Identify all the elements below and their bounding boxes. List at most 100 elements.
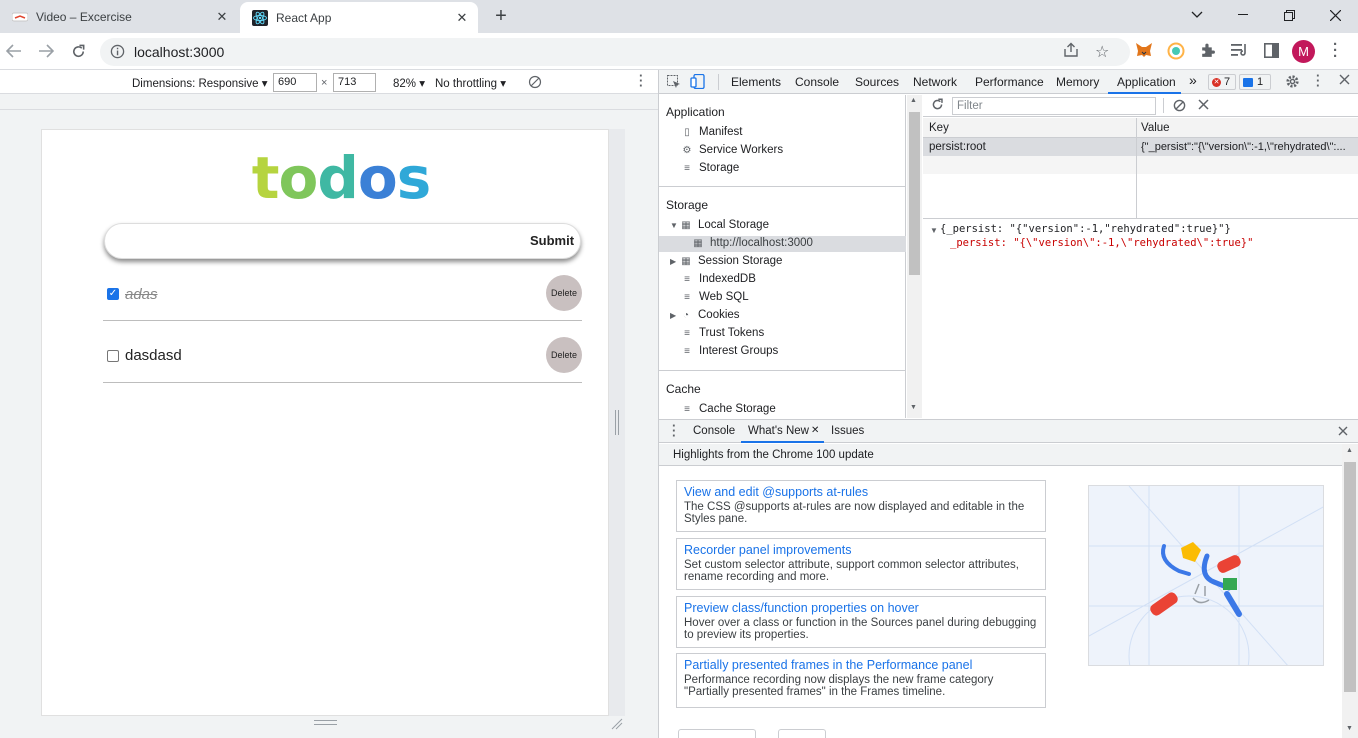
drawer-tab-whats-new[interactable]: What's New bbox=[748, 425, 809, 437]
tab-application[interactable]: Application bbox=[1117, 75, 1176, 89]
share-icon[interactable] bbox=[1062, 42, 1080, 61]
sidebar-item-web-sql[interactable]: ≡ Web SQL bbox=[681, 291, 749, 303]
settings-gear-icon[interactable] bbox=[1285, 74, 1300, 92]
clear-all-icon[interactable] bbox=[1173, 99, 1186, 115]
feature-card[interactable]: Partially presented frames in the Perfor… bbox=[676, 653, 1046, 708]
todo-checkbox[interactable] bbox=[107, 350, 119, 362]
scroll-down-icon[interactable]: ▼ bbox=[910, 404, 917, 411]
throttling-select[interactable]: No throttling ▾ bbox=[435, 76, 506, 90]
right-resize-handle[interactable] bbox=[615, 410, 619, 435]
database-icon: ≡ bbox=[684, 327, 690, 339]
metamask-extension-icon[interactable] bbox=[1135, 42, 1153, 61]
scroll-up-icon[interactable]: ▲ bbox=[1346, 447, 1353, 454]
close-devtools-icon[interactable] bbox=[1339, 74, 1350, 88]
sidebar-item-storage[interactable]: ≡ Storage bbox=[681, 162, 739, 174]
error-count-badge[interactable]: ✕ 7 bbox=[1208, 74, 1236, 90]
more-tabs-icon[interactable]: » bbox=[1189, 72, 1197, 88]
tab-react-app[interactable]: React App ✕ bbox=[240, 2, 478, 33]
sidebar-item-session-storage[interactable]: ▶ ▦ Session Storage bbox=[670, 255, 782, 267]
corner-resize-handle[interactable] bbox=[611, 718, 623, 733]
close-window-icon[interactable] bbox=[1312, 0, 1358, 30]
device-toggle-icon[interactable] bbox=[690, 73, 706, 92]
scroll-down-icon[interactable]: ▼ bbox=[1346, 725, 1353, 732]
minimize-icon[interactable] bbox=[1220, 0, 1266, 30]
profile-avatar[interactable]: M bbox=[1292, 40, 1315, 63]
extension-icon[interactable] bbox=[1167, 42, 1185, 63]
scroll-up-icon[interactable]: ▲ bbox=[910, 97, 917, 104]
message-count-badge[interactable]: 1 bbox=[1239, 74, 1271, 90]
side-panel-icon[interactable] bbox=[1264, 43, 1279, 61]
dimensions-select[interactable]: Dimensions: Responsive ▾ bbox=[132, 76, 268, 90]
filter-input[interactable]: Filter bbox=[952, 97, 1156, 115]
sidebar-item-manifest[interactable]: ▯ Manifest bbox=[681, 126, 742, 138]
address-bar[interactable] bbox=[100, 38, 1130, 66]
back-icon[interactable] bbox=[4, 41, 24, 61]
drawer-tab-issues[interactable]: Issues bbox=[831, 425, 864, 437]
feature-card-title[interactable]: Recorder panel improvements bbox=[684, 543, 1038, 557]
reading-list-icon[interactable] bbox=[1231, 43, 1249, 60]
devtools-menu-icon[interactable]: · · · bbox=[1316, 69, 1320, 92]
tab-network[interactable]: Network bbox=[913, 75, 957, 89]
feature-card[interactable]: Preview class/function properties on hov… bbox=[676, 596, 1046, 648]
rotate-icon[interactable] bbox=[528, 75, 542, 92]
feature-card[interactable]: Recorder panel improvements Set custom s… bbox=[676, 538, 1046, 590]
column-header-value[interactable]: Value bbox=[1141, 122, 1170, 134]
sidebar-item-indexeddb[interactable]: ≡ IndexedDB bbox=[681, 273, 756, 285]
feature-card-title[interactable]: Partially presented frames in the Perfor… bbox=[684, 658, 1038, 672]
sidebar-item-label: Trust Tokens bbox=[699, 327, 765, 339]
tab-search-icon[interactable] bbox=[1174, 0, 1220, 30]
expand-down-icon[interactable]: ▼ bbox=[930, 226, 938, 235]
close-button[interactable] bbox=[778, 729, 826, 738]
logo-letter-s: s bbox=[396, 144, 432, 212]
feature-card[interactable]: View and edit @supports at-rules The CSS… bbox=[676, 480, 1046, 532]
forward-icon[interactable] bbox=[36, 41, 56, 61]
site-info-icon[interactable] bbox=[110, 44, 125, 62]
inspect-element-icon[interactable] bbox=[667, 75, 681, 92]
learn-more-button[interactable] bbox=[678, 729, 756, 738]
bookmark-star-icon[interactable]: ☆ bbox=[1095, 42, 1109, 62]
feature-card-title[interactable]: View and edit @supports at-rules bbox=[684, 485, 1038, 499]
device-height-input[interactable]: 713 bbox=[333, 73, 376, 92]
tab-memory[interactable]: Memory bbox=[1056, 75, 1099, 89]
sidebar-item-trust-tokens[interactable]: ≡ Trust Tokens bbox=[681, 327, 764, 339]
close-tab-icon[interactable]: ✕ bbox=[212, 7, 232, 27]
tab-performance[interactable]: Performance bbox=[975, 75, 1044, 89]
bottom-resize-handle[interactable] bbox=[314, 720, 337, 725]
delete-selected-icon[interactable] bbox=[1198, 99, 1209, 113]
tab-elements[interactable]: Elements bbox=[731, 75, 781, 89]
device-width-input[interactable]: 690 bbox=[273, 73, 317, 92]
close-tab-icon[interactable]: ✕ bbox=[452, 8, 472, 28]
submit-button[interactable]: Submit bbox=[530, 233, 574, 248]
tab-console[interactable]: Console bbox=[795, 75, 839, 89]
drawer-tab-console[interactable]: Console bbox=[693, 425, 735, 437]
tab-sources[interactable]: Sources bbox=[855, 75, 899, 89]
restore-icon[interactable] bbox=[1266, 0, 1312, 30]
url-text[interactable]: localhost:3000 bbox=[134, 44, 224, 60]
extensions-puzzle-icon[interactable] bbox=[1199, 42, 1216, 62]
zoom-select[interactable]: 82% ▾ bbox=[393, 76, 425, 90]
todo-checkbox[interactable]: ✓ bbox=[107, 288, 119, 300]
close-drawer-icon[interactable] bbox=[1338, 425, 1348, 439]
sidebar-item-cookies[interactable]: ▶ ◔ Cookies bbox=[670, 309, 740, 321]
column-header-key[interactable]: Key bbox=[929, 122, 949, 134]
tab-video-excercise[interactable]: Video – Excercise ✕ bbox=[0, 0, 238, 33]
refresh-icon[interactable] bbox=[931, 98, 944, 114]
delete-button[interactable]: Delete bbox=[546, 337, 582, 373]
sidebar-item-cache-storage[interactable]: ≡ Cache Storage bbox=[681, 403, 776, 415]
drawer-scrollbar-thumb[interactable] bbox=[1344, 462, 1356, 692]
feature-card-title[interactable]: Preview class/function properties on hov… bbox=[684, 601, 1038, 615]
browser-menu-icon[interactable]: · · · bbox=[1333, 37, 1338, 64]
delete-button[interactable]: Delete bbox=[546, 275, 582, 311]
sidebar-item-interest-groups[interactable]: ≡ Interest Groups bbox=[681, 345, 778, 357]
sidebar-scrollbar-thumb[interactable] bbox=[909, 112, 920, 275]
sidebar-item-service-workers[interactable]: ⚙ Service Workers bbox=[681, 144, 784, 156]
sidebar-item-localhost-origin[interactable]: ▦ http://localhost:3000 bbox=[692, 237, 813, 249]
drawer-menu-icon[interactable]: · · · bbox=[672, 419, 676, 442]
sidebar-item-local-storage[interactable]: ▼ ▦ Local Storage bbox=[670, 219, 769, 231]
device-toolbar-more-icon[interactable]: · · · bbox=[639, 69, 643, 92]
todo-input[interactable] bbox=[104, 223, 581, 259]
close-drawer-tab-icon[interactable]: ✕ bbox=[811, 425, 819, 436]
sidebar-item-label: IndexedDB bbox=[699, 273, 756, 285]
new-tab-icon[interactable]: + bbox=[490, 5, 512, 27]
reload-icon[interactable] bbox=[68, 41, 88, 61]
